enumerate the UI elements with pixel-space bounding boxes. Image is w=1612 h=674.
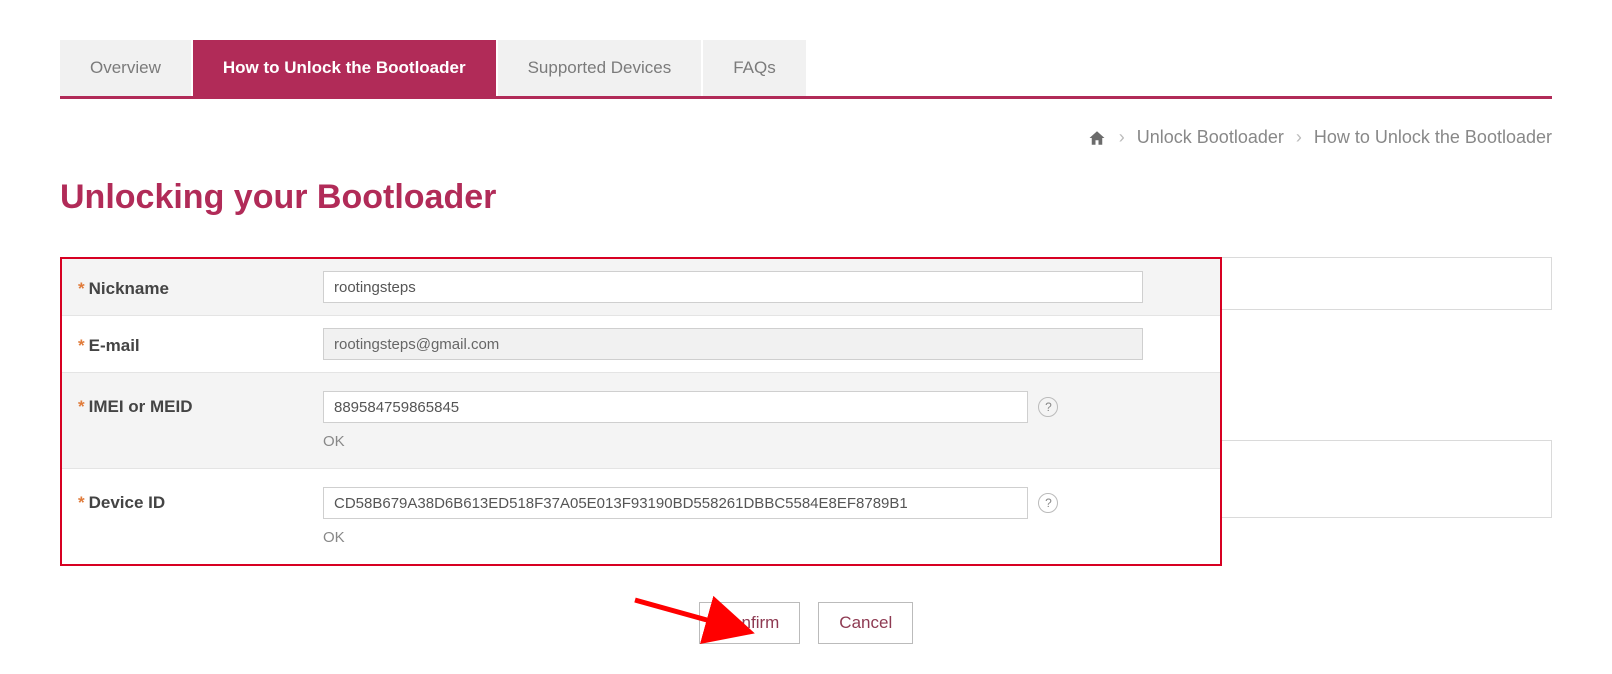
- imei-status: OK: [323, 433, 1204, 450]
- deviceid-input[interactable]: [323, 487, 1028, 519]
- nickname-label: Nickname: [89, 279, 169, 298]
- breadcrumb: › Unlock Bootloader › How to Unlock the …: [60, 99, 1552, 168]
- home-icon[interactable]: [1087, 129, 1107, 147]
- cancel-button[interactable]: Cancel: [818, 602, 913, 644]
- page-title: Unlocking your Bootloader: [60, 178, 1552, 217]
- tab-how-to-unlock[interactable]: How to Unlock the Bootloader: [193, 40, 496, 96]
- unlock-form: *Nickname *E-mail *IMEI or MEID ?: [60, 257, 1222, 566]
- email-label: E-mail: [89, 336, 140, 355]
- nickname-input[interactable]: [323, 271, 1143, 303]
- deviceid-help-icon[interactable]: ?: [1038, 493, 1058, 513]
- breadcrumb-sep-icon: ›: [1119, 127, 1125, 148]
- breadcrumb-link[interactable]: Unlock Bootloader: [1137, 127, 1284, 148]
- deviceid-label: Device ID: [89, 493, 166, 512]
- breadcrumb-current: How to Unlock the Bootloader: [1314, 127, 1552, 148]
- deviceid-status: OK: [323, 529, 1204, 546]
- email-input: [323, 328, 1143, 360]
- tab-bar: Overview How to Unlock the Bootloader Su…: [60, 40, 1552, 99]
- imei-label: IMEI or MEID: [89, 397, 193, 416]
- tab-overview[interactable]: Overview: [60, 40, 191, 96]
- breadcrumb-sep-icon: ›: [1296, 127, 1302, 148]
- side-panel: [1222, 257, 1552, 566]
- imei-help-icon[interactable]: ?: [1038, 397, 1058, 417]
- imei-input[interactable]: [323, 391, 1028, 423]
- tab-faqs[interactable]: FAQs: [703, 40, 806, 96]
- confirm-button[interactable]: Confirm: [699, 602, 801, 644]
- tab-supported-devices[interactable]: Supported Devices: [498, 40, 702, 96]
